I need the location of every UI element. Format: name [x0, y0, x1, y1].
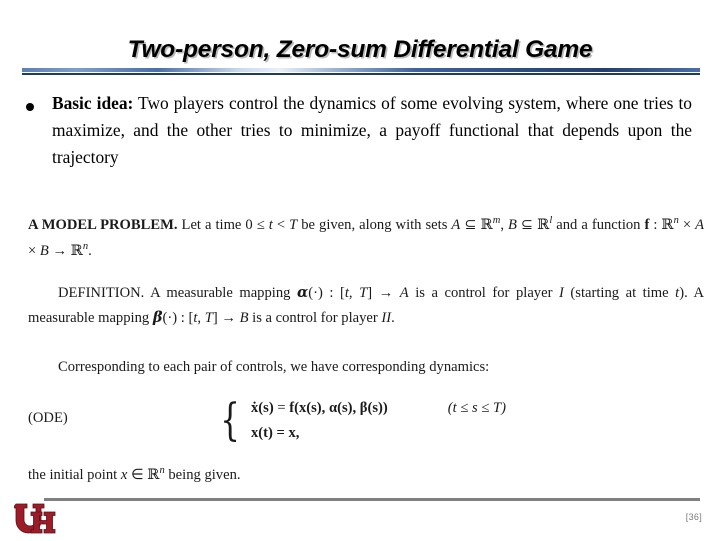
- bullet-text: Basic idea: Two players control the dyna…: [52, 90, 692, 171]
- definition-paragraph: DEFINITION. A measurable mapping α(·) : …: [28, 281, 704, 330]
- mp-set-B2: B: [39, 242, 49, 259]
- ode-xdot: ẋ(s): [251, 399, 274, 416]
- mp-set-B: B: [508, 216, 517, 233]
- def-t11: is a control for player: [248, 309, 382, 326]
- def-t6: (starting at time: [563, 285, 676, 301]
- init-t2: ∈: [127, 466, 148, 483]
- def-var-T: T: [359, 285, 368, 301]
- ode-equation-2: x(t) = x,: [251, 421, 506, 446]
- def-beta: β: [152, 308, 163, 326]
- mp-set-A: A: [451, 216, 461, 233]
- mp-reals-l: ℝ: [537, 215, 550, 233]
- bullet-item: Basic idea: Two players control the dyna…: [26, 90, 692, 171]
- bullet-line-4: trajectory: [52, 146, 119, 167]
- ode-body: { ẋ(s) = f(x(s), α(s), β(s)) (t ≤ s ≤ T) …: [216, 396, 506, 446]
- def-t5: is a control for player: [408, 285, 559, 301]
- bullet-lead-label: Basic idea:: [52, 93, 134, 113]
- title-divider: [22, 68, 700, 75]
- title-block: Two-person, Zero-sum Differential Game: [0, 36, 720, 64]
- mp-t5: ,: [500, 216, 504, 233]
- def-alpha: α: [296, 284, 309, 301]
- model-problem-heading: A MODEL PROBLEM.: [28, 216, 178, 233]
- ode-tag: (ODE): [28, 409, 68, 426]
- bullet-content-area: Basic idea: Two players control the dyna…: [26, 90, 692, 171]
- footer-divider: [44, 498, 700, 501]
- left-brace-icon: {: [220, 394, 240, 446]
- mp-t9: ×: [678, 216, 696, 233]
- title-divider-underline: [22, 73, 700, 75]
- init-t3: being given.: [164, 466, 241, 483]
- def-t8: (·) : [: [162, 309, 194, 326]
- def-t4: ] →: [367, 285, 400, 301]
- bullet-line-3: tries to minimize, a payoff functional t…: [240, 119, 692, 140]
- bullet-line-1: Two players control the dynamics of some: [138, 93, 438, 113]
- def-set-B: B: [239, 309, 249, 326]
- def-t1: A measurable mapping: [144, 285, 297, 301]
- corresponding-paragraph: Corresponding to each pair of controls, …: [58, 359, 490, 376]
- def-set-A: A: [399, 285, 409, 301]
- mp-t7: and a function: [552, 216, 645, 233]
- math-body: A MODEL PROBLEM. Let a time 0 ≤ t < T be…: [28, 212, 704, 487]
- init-reals: ℝ: [147, 465, 160, 483]
- def-t9: ,: [197, 309, 205, 326]
- model-problem-paragraph: A MODEL PROBLEM. Let a time 0 ≤ t < T be…: [28, 212, 704, 263]
- mp-var-T: T: [289, 216, 298, 233]
- bullet-marker: [26, 90, 52, 116]
- ode-display: (ODE) { ẋ(s) = f(x(s), α(s), β(s)) (t ≤ s…: [28, 396, 704, 448]
- ode-condition: (t ≤ s ≤ T): [447, 399, 506, 416]
- ode-initial-condition: x(t) = x,: [251, 425, 300, 442]
- ode-equation-1: ẋ(s) = f(x(s), α(s), β(s)) (t ≤ s ≤ T): [251, 396, 506, 421]
- bullet-dot-icon: [26, 103, 34, 111]
- mp-reals-n2: ℝ: [70, 241, 83, 259]
- mp-reals-m: ℝ: [480, 215, 493, 233]
- def-t2: (·) : [: [308, 285, 345, 301]
- ode-eq-sign: =: [273, 399, 290, 416]
- university-of-houston-logo: [12, 500, 58, 536]
- mp-t1: Let a time 0 ≤: [177, 216, 269, 233]
- mp-t12: .: [88, 242, 92, 259]
- ode-equations: ẋ(s) = f(x(s), α(s), β(s)) (t ≤ s ≤ T) x(…: [251, 396, 506, 446]
- def-t10: ] →: [212, 309, 240, 326]
- def-var-T2: T: [204, 309, 213, 326]
- page-title: Two-person, Zero-sum Differential Game: [127, 36, 593, 63]
- mp-t6: ⊆: [516, 216, 538, 233]
- init-t1: the initial point: [28, 466, 121, 483]
- mp-t10: ×: [28, 242, 40, 259]
- slide-canvas: Two-person, Zero-sum Differential Game B…: [0, 0, 720, 540]
- mp-t4: ⊆: [460, 216, 481, 233]
- def-t3: ,: [348, 285, 360, 301]
- mp-set-A2: A: [695, 216, 705, 233]
- mp-t8: :: [649, 216, 662, 233]
- ode-args: (x(s), α(s), β(s)): [294, 399, 388, 416]
- mp-reals-n: ℝ: [661, 215, 674, 233]
- mp-t3: be given, along with sets: [297, 216, 452, 233]
- mp-t11: →: [48, 242, 71, 259]
- def-t12: .: [391, 309, 395, 326]
- mp-t2: <: [272, 216, 290, 233]
- page-number: [36]: [685, 512, 702, 522]
- def-player-two: II: [381, 309, 392, 326]
- definition-heading: DEFINITION.: [58, 285, 145, 301]
- initial-point-paragraph: the initial point x ∈ ℝn being given.: [28, 462, 704, 488]
